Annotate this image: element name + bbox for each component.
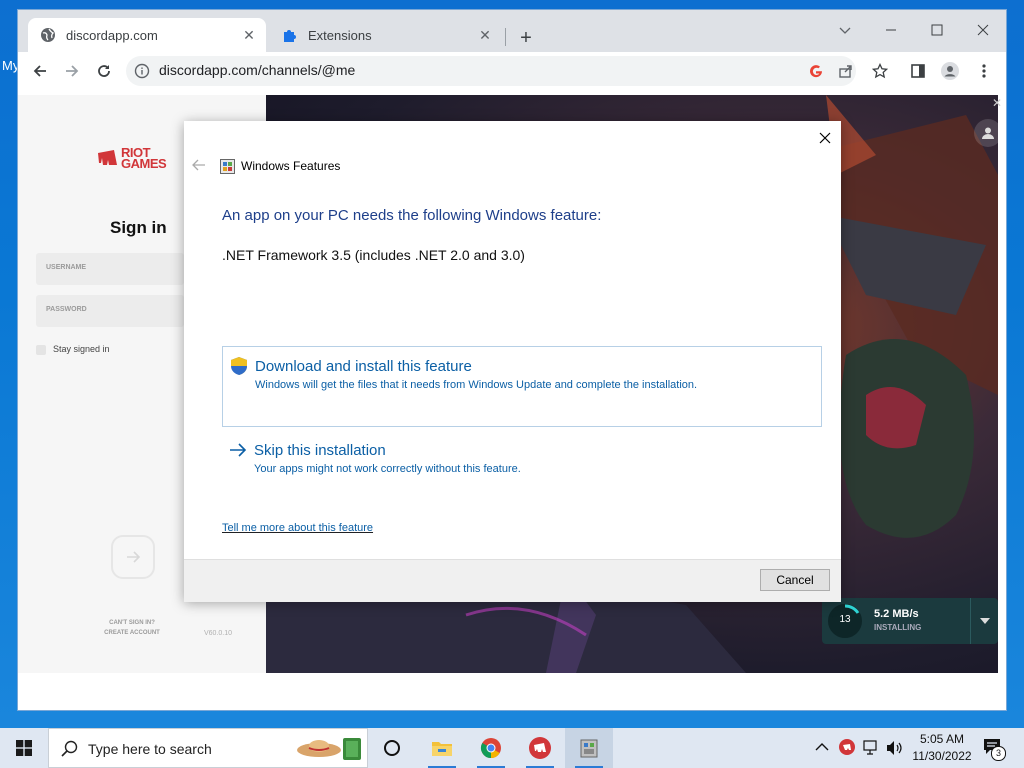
side-panel-icon[interactable] [908,61,928,81]
reload-button[interactable] [90,57,118,85]
tab-search-icon[interactable] [822,16,868,44]
download-speed: 5.2 MB/s [874,608,919,620]
download-status-widget: 13 5.2 MB/s INSTALLING [822,598,998,644]
globe-icon [40,27,56,43]
windows-features-dialog: Windows Features An app on your PC needs… [184,121,841,602]
sign-in-arrow-button[interactable] [111,535,155,579]
installer-icon [580,739,598,758]
feature-name: .NET Framework 3.5 (includes .NET 2.0 an… [222,247,525,263]
riot-close-icon[interactable]: ✕ [992,96,1002,110]
close-tab-icon[interactable]: ✕ [240,26,258,44]
cortana-circle-icon [384,740,400,756]
chevron-down-icon [980,618,990,624]
download-expand-button[interactable] [972,598,998,644]
info-icon[interactable] [134,63,150,79]
forward-button[interactable] [58,57,86,85]
account-links: CAN'T SIGN IN? CREATE ACCOUNT [102,618,162,638]
taskbar: Type here to search 5:05 AM 11/30/2022 3 [0,728,1024,768]
clock-time: 5:05 AM [919,732,965,746]
option1-description: Windows will get the files that it needs… [255,379,698,391]
chrome-button[interactable] [467,728,515,768]
dialog-heading: An app on your PC needs the following Wi… [222,207,602,224]
close-tab-icon[interactable]: ✕ [476,26,494,44]
username-field[interactable]: USERNAME [36,253,184,285]
windows-logo-icon [16,740,32,756]
search-placeholder: Type here to search [88,741,212,757]
clock[interactable]: 5:05 AM 11/30/2022 [908,731,976,765]
password-field[interactable]: PASSWORD [36,295,184,327]
file-explorer-button[interactable] [418,728,466,768]
create-account-link[interactable]: CREATE ACCOUNT [102,628,162,638]
stay-signed-in-label: Stay signed in [53,344,110,354]
cant-sign-in-link[interactable]: CAN'T SIGN IN? [102,618,162,628]
notification-count-badge: 3 [991,746,1006,761]
close-window-button[interactable] [960,16,1006,44]
windows-features-icon [220,159,235,174]
notifications-icon[interactable]: 3 [983,738,1006,761]
minimize-button[interactable] [868,16,914,44]
task-view-button[interactable] [368,728,416,768]
riot-client-taskbar-button[interactable] [516,728,564,768]
tab-discord[interactable]: discordapp.com ✕ [28,18,266,52]
option1-title: Download and install this feature [255,358,472,375]
arrow-right-icon [127,551,141,563]
riot-fist-icon [529,737,551,759]
username-placeholder: USERNAME [46,264,87,271]
show-hidden-icons-chevron-icon[interactable] [815,740,829,755]
search-icon [61,740,78,760]
download-progress-ring: 13 [827,603,863,639]
tell-me-more-link[interactable]: Tell me more about this feature [222,522,373,534]
search-highlight-illustration-icon [293,734,365,767]
tab-label: discordapp.com [66,27,158,43]
profile-avatar-icon[interactable] [940,61,960,81]
download-install-option[interactable]: Download and install this feature Window… [222,346,822,427]
chrome-icon [480,738,501,759]
riot-profile-icon[interactable] [974,119,998,147]
version-label: V60.0.10 [204,630,233,637]
skip-installation-option[interactable]: Skip this installation Your apps might n… [222,437,820,477]
download-count: 13 [839,614,851,625]
network-icon[interactable] [863,740,881,759]
new-tab-button[interactable]: + [514,26,538,50]
address-bar[interactable]: discordapp.com/channels/@me [126,56,856,86]
url-text[interactable]: discordapp.com/channels/@me [159,62,355,78]
puzzle-icon [282,27,298,43]
tab-label: Extensions [308,27,372,43]
taskbar-search-box[interactable]: Type here to search [48,728,368,768]
sign-in-title: Sign in [110,218,167,237]
widget-divider [970,598,971,644]
option2-title: Skip this installation [254,442,386,459]
dialog-title: Windows Features [241,159,341,173]
start-button[interactable] [0,728,48,768]
clock-date: 11/30/2022 [912,749,972,763]
dialog-close-button[interactable] [816,129,834,147]
tab-extensions[interactable]: Extensions ✕ [270,18,502,52]
maximize-button[interactable] [914,16,960,44]
google-icon[interactable] [806,61,826,81]
volume-icon[interactable] [886,740,904,759]
tab-strip: discordapp.com ✕ Extensions ✕ + [18,10,1006,52]
riot-games-logo: RIOT GAMES [96,146,167,171]
back-arrow-icon[interactable] [192,159,206,174]
option2-description: Your apps might not work correctly witho… [254,463,521,475]
browser-toolbar: discordapp.com/channels/@me [18,52,1006,90]
arrow-right-icon [229,443,247,460]
menu-kebab-icon[interactable] [974,61,994,81]
password-placeholder: PASSWORD [46,306,87,313]
download-status: INSTALLING [874,623,922,632]
uac-shield-icon [230,356,248,376]
tab-divider [505,28,506,46]
share-icon[interactable] [836,61,856,81]
cancel-button[interactable]: Cancel [760,569,830,591]
folder-icon [432,742,452,756]
back-button[interactable] [26,57,54,85]
logo-text: GAMES [121,156,167,171]
windows-features-taskbar-button[interactable] [565,728,613,768]
dialog-footer: Cancel [184,559,841,602]
desktop-icon-label[interactable]: My [2,58,19,73]
stay-signed-in-checkbox[interactable] [36,345,46,355]
riot-tray-icon[interactable] [839,739,855,758]
bookmark-star-icon[interactable] [870,61,890,81]
close-icon [819,132,831,144]
